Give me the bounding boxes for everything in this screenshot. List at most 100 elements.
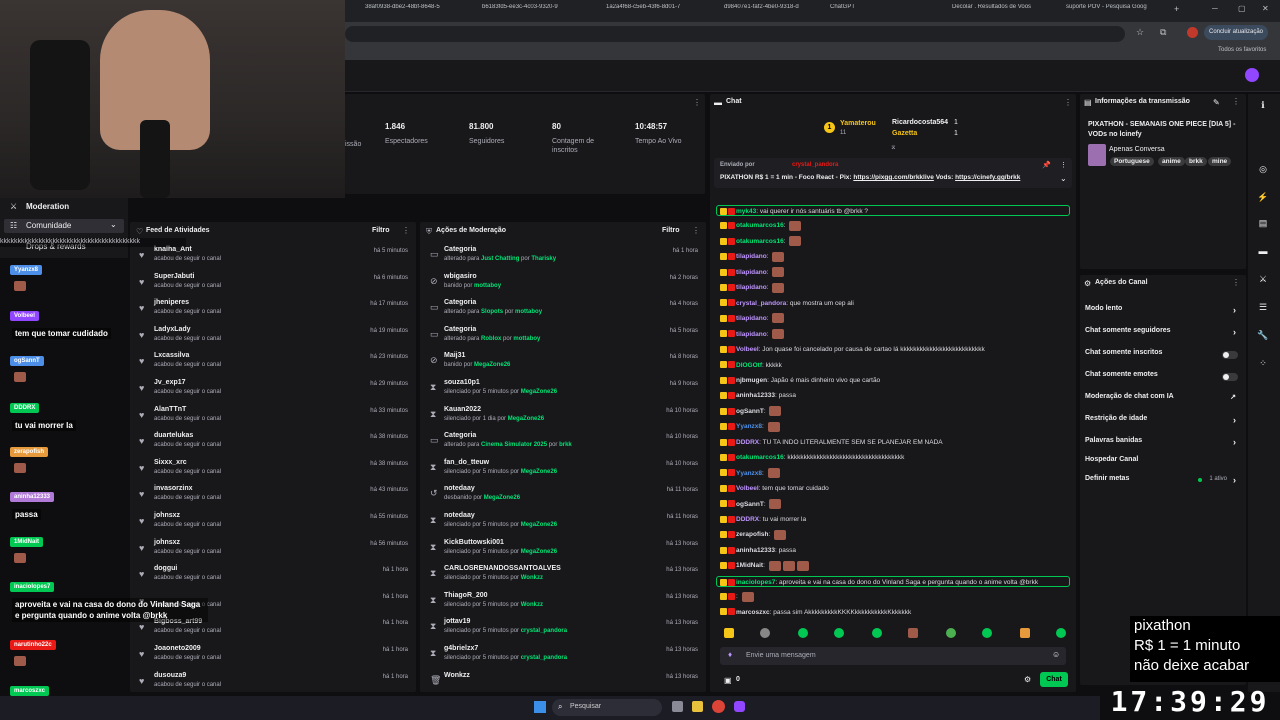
- chat-message[interactable]: myk43: vai querer ir nós santuáris tb @b…: [716, 205, 1070, 216]
- wrench-rail-icon[interactable]: 🔧: [1256, 330, 1270, 344]
- channel-action-row[interactable]: Modo lento ›: [1085, 305, 1240, 321]
- mod-detail-link[interactable]: Roblox: [481, 336, 501, 342]
- chat-message[interactable]: DIOGOtf: kkkkk: [720, 360, 1070, 371]
- sidebar-community[interactable]: ☷ Comunidade ⌄: [4, 219, 124, 233]
- feed-username[interactable]: knalha_Ant: [154, 246, 192, 253]
- chat-message[interactable]: Yyanzx8:: [720, 467, 1070, 479]
- mod-detail-link[interactable]: crystal_pandora: [521, 655, 567, 661]
- maximize-icon[interactable]: ▢: [1238, 4, 1246, 13]
- feed-row[interactable]: ♥ Joaoneto2009 acabou de seguir o canal há …: [136, 643, 410, 669]
- leader-3-name[interactable]: Gazetta: [892, 130, 917, 137]
- emote-icon[interactable]: [946, 628, 956, 638]
- chat-message[interactable]: tilapidano:: [720, 328, 1070, 340]
- mod-target[interactable]: Categoria: [444, 246, 476, 253]
- browser-tab[interactable]: 1a2a4f68-c5eb-43f6-8d01-7: [606, 4, 710, 18]
- minimize-icon[interactable]: ─: [1212, 4, 1218, 13]
- feed-row[interactable]: ♥ Sixxx_xrc acabou de seguir o canal há 38 …: [136, 457, 410, 483]
- mod-target[interactable]: souza10p1: [444, 379, 480, 386]
- tag-brkk[interactable]: brkk: [1185, 157, 1207, 166]
- chat-username[interactable]: aninha12333: [736, 392, 775, 399]
- pinned-kebab-icon[interactable]: ⋮: [1060, 161, 1067, 169]
- mod-target[interactable]: wbigasiro: [444, 273, 477, 280]
- mod-target[interactable]: g4brielzx7: [444, 645, 478, 652]
- emote-icon[interactable]: [834, 628, 844, 638]
- mod-action-row[interactable]: ⧗ Kauan2022 silenciado por 1 dia por MegaZ…: [426, 404, 700, 430]
- mod-action-row[interactable]: ⧗ g4brielzx7 silenciado por 5 minutos por …: [426, 643, 700, 669]
- mod-detail-link[interactable]: MegaZone26: [474, 362, 510, 368]
- feed-username[interactable]: johnsxz: [154, 512, 180, 519]
- chat-message[interactable]: tilapidano:: [720, 313, 1070, 324]
- mod-target[interactable]: notedaay: [444, 485, 475, 492]
- emote-icon[interactable]: [908, 628, 918, 638]
- feed-username[interactable]: LadyxLady: [154, 326, 191, 333]
- leader-2-name[interactable]: Ricardocosta564: [892, 119, 948, 126]
- url-field[interactable]: [345, 26, 1125, 42]
- mod-detail-link[interactable]: Tharisky: [531, 256, 556, 262]
- feed-username[interactable]: johnsxz: [154, 539, 180, 546]
- mod-target[interactable]: notedaay: [444, 512, 475, 519]
- emote-icon[interactable]: [1056, 628, 1066, 638]
- feed-row[interactable]: ♥ LadyxLady acabou de seguir o canal há 19 …: [136, 324, 410, 350]
- chat-username[interactable]: otakumarcos16: [736, 222, 784, 229]
- update-button[interactable]: Concluir atualização: [1204, 25, 1268, 40]
- feed-username[interactable]: SuperJabuti: [154, 273, 194, 280]
- chat-message[interactable]: inacioIopes7: aproveita e vai na casa do…: [716, 575, 1070, 587]
- chat-input[interactable]: ♦ Envie uma mensagem ☺: [720, 647, 1066, 665]
- bookmarks-folder[interactable]: Todos os favoritos: [1218, 47, 1266, 53]
- stream-info-kebab-icon[interactable]: ⋮: [1232, 97, 1240, 106]
- mod-detail-link[interactable]: MegaZone26: [508, 416, 544, 422]
- mod-target[interactable]: KickButtowski001: [444, 539, 504, 546]
- feed-username[interactable]: dusouza9: [154, 672, 186, 679]
- browser-tab[interactable]: suporte POV - Pesquisa Goog: [1066, 4, 1170, 18]
- chat-username[interactable]: tilapidano: [736, 269, 767, 276]
- mod-target[interactable]: ThiagoR_200: [444, 592, 488, 599]
- feed-username[interactable]: Sixxx_xrc: [154, 459, 187, 466]
- feed-row[interactable]: ♥ dusouza9 acabou de seguir o canal há 1 ho…: [136, 670, 410, 692]
- feed-row[interactable]: ♥ Jv_exp17 acabou de seguir o canal há 29 m…: [136, 377, 410, 403]
- feed-row[interactable]: ♥ johnsxz acabou de seguir o canal há 56 mi…: [136, 537, 410, 563]
- mod-detail-link[interactable]: MegaZone26: [521, 549, 557, 555]
- sidebar-moderation[interactable]: Moderation: [26, 202, 69, 211]
- mod-action-row[interactable]: ⊘ wbigasiro banido por mottaboy há 2 horas: [426, 271, 700, 297]
- feed-row[interactable]: ♥ SuperJabuti acabou de seguir o canal há 6…: [136, 271, 410, 297]
- channel-action-row[interactable]: Chat somente seguidores ›: [1085, 327, 1240, 343]
- chat-username[interactable]: Volbeel: [736, 346, 759, 353]
- chat-message[interactable]: aninha12333: passa: [720, 390, 1070, 401]
- profile-avatar[interactable]: [1187, 27, 1198, 38]
- chat-username[interactable]: otakumarcos16: [736, 454, 784, 461]
- chat-message[interactable]: otakumarcos16: kkkkkkkkkkkkkkkkkkkkkkkkk…: [720, 452, 1070, 463]
- feed-row[interactable]: ♥ Lxcassilva acabou de seguir o canal há 23…: [136, 350, 410, 376]
- mod-target[interactable]: Categoria: [444, 299, 476, 306]
- browser-tab[interactable]: b6183fd5-ee3c-4c03-9320-9: [482, 4, 586, 18]
- chat-username[interactable]: crystal_pandora: [736, 300, 786, 307]
- chat-message[interactable]: aninha12333: passa: [720, 545, 1070, 556]
- pin-icon[interactable]: 📌: [1042, 161, 1051, 169]
- mod-action-row[interactable]: ⧗ jottav19 silenciado por 5 minutos por cr…: [426, 616, 700, 642]
- channel-actions-kebab-icon[interactable]: ⋮: [1232, 278, 1240, 287]
- chat-username[interactable]: DIOGOtf: [736, 362, 762, 369]
- chat-username[interactable]: aninha12333: [736, 547, 775, 554]
- category-name[interactable]: Apenas Conversa: [1109, 146, 1165, 153]
- feed-username[interactable]: Jv_exp17: [154, 379, 186, 386]
- pinned-expand-icon[interactable]: ⌄: [1060, 174, 1067, 183]
- category-boxart[interactable]: [1088, 144, 1106, 166]
- chat-username[interactable]: DDDRX: [736, 439, 759, 446]
- tag-portuguese[interactable]: Portuguese: [1110, 157, 1154, 166]
- mod-action-row[interactable]: ⧗ fan_do_tteuw silenciado por 5 minutos po…: [426, 457, 700, 483]
- mod-action-row[interactable]: ⊘ Maij31 banido por MegaZone26 há 8 horas: [426, 350, 700, 376]
- feed-username[interactable]: duartelukas: [154, 432, 193, 439]
- mod-target[interactable]: fan_do_tteuw: [444, 459, 489, 466]
- chat-message[interactable]: njbmugen: Japão é mais dinheiro vivo que…: [720, 375, 1070, 386]
- mod-detail-link[interactable]: Just Chatting: [481, 256, 519, 262]
- feed-row[interactable]: ♥ johnsxz acabou de seguir o canal há 55 mi…: [136, 510, 410, 536]
- mod-detail-link[interactable]: MegaZone26: [521, 522, 557, 528]
- pinned-link-vods[interactable]: https://cinefy.gg/brkk: [955, 174, 1020, 181]
- mod-detail-link[interactable]: MegaZone26: [521, 469, 557, 475]
- tag-anime[interactable]: anime: [1158, 157, 1185, 166]
- chat-rail-icon[interactable]: ▬: [1256, 246, 1270, 260]
- feed-row[interactable]: ♥ doggui acabou de seguir o canal há 1 hora: [136, 563, 410, 589]
- browser-tab[interactable]: ChatGPT: [830, 4, 934, 18]
- channel-action-row[interactable]: Moderação de chat com IA ↗: [1085, 393, 1240, 409]
- feed-username[interactable]: AlanTTnT: [154, 406, 186, 413]
- mod-target[interactable]: Wonkzz: [444, 672, 470, 679]
